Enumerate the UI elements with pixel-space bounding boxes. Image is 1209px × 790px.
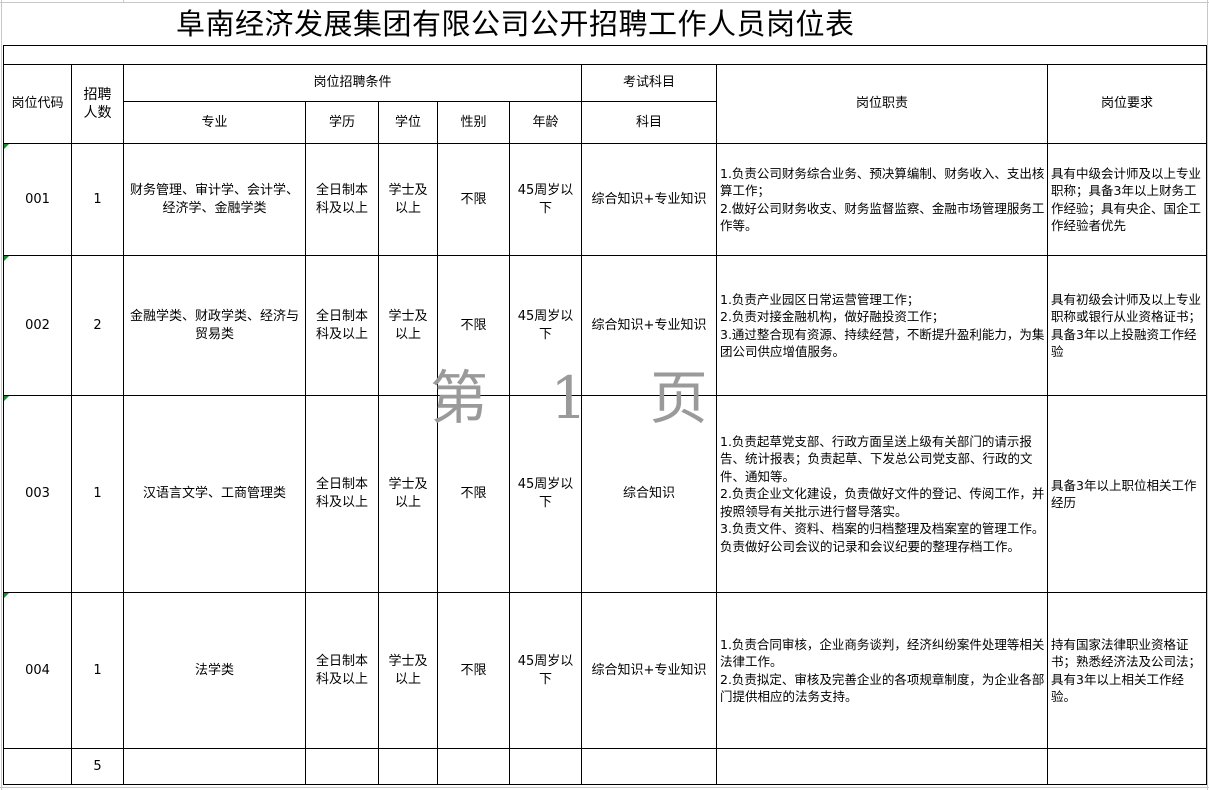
header-age[interactable]: 年龄 — [510, 102, 581, 143]
row-count[interactable]: 2 — [72, 256, 123, 395]
row-exam[interactable]: 综合知识+专业知识 — [582, 144, 716, 255]
row-count[interactable]: 1 — [72, 396, 123, 592]
page-title: 阜南经济发展集团有限公司公开招聘工作人员岗位表 — [176, 7, 855, 41]
title-bottom-line — [3, 45, 1207, 46]
row-degree[interactable]: 学士及以上 — [379, 396, 437, 592]
row-degree[interactable]: 学士及以上 — [379, 593, 437, 748]
row-requirements[interactable]: 具有中级会计师及以上专业职称；具备3年以上财务工作经验；具有央企、国企工作经验者… — [1048, 144, 1206, 255]
sheet-right-edge — [1207, 0, 1208, 790]
total-count[interactable]: 5 — [72, 749, 123, 784]
row-major[interactable]: 金融学类、财政学类、经济与贸易类 — [124, 256, 305, 395]
row-gender[interactable]: 不限 — [438, 396, 509, 592]
row-duties[interactable]: 1.负责起草党支部、行政方面呈送上级有关部门的请示报告、统计报表；负责起草、下发… — [717, 396, 1047, 592]
row-count[interactable]: 1 — [72, 593, 123, 748]
row-gender[interactable]: 不限 — [438, 593, 509, 748]
row-duties[interactable]: 1.负责公司财务综合业务、预决算编制、财务收入、支出核算工作； 2.做好公司财务… — [717, 144, 1047, 255]
row-major[interactable]: 财务管理、审计学、会计学、经济学、金融学类 — [124, 144, 305, 255]
row-duties[interactable]: 1.负责产业园区日常运营管理工作； 2.负责对接金融机构，做好融投资工作； 3.… — [717, 256, 1047, 395]
row-code[interactable]: 003 — [4, 396, 71, 592]
header-count[interactable]: 招聘 人数 — [72, 65, 123, 143]
header-conditions[interactable]: 岗位招聘条件 — [124, 65, 581, 101]
spreadsheet-sheet: 阜南经济发展集团有限公司公开招聘工作人员岗位表岗位代码 招聘 人数 岗位招聘条件 专业… — [0, 0, 1209, 790]
row-code[interactable]: 001 — [4, 144, 71, 255]
header-exam[interactable]: 科目 — [582, 102, 716, 143]
row-age[interactable]: 45周岁以下 — [510, 396, 581, 592]
header-exam-group[interactable]: 考试科目 — [582, 65, 716, 101]
row-education[interactable]: 全日制本科及以上 — [306, 396, 378, 592]
row-education[interactable]: 全日制本科及以上 — [306, 593, 378, 748]
row-education[interactable]: 全日制本科及以上 — [306, 144, 378, 255]
header-duties[interactable]: 岗位职责 — [717, 65, 1047, 143]
row-count[interactable]: 1 — [72, 144, 123, 255]
col-tick — [123, 0, 124, 3]
row-degree[interactable]: 学士及以上 — [379, 144, 437, 255]
row-degree[interactable]: 学士及以上 — [379, 256, 437, 395]
row-duties[interactable]: 1.负责合同审核，企业商务谈判，经济纠纷案件处理等相关法律工作。 2.负责拟定、… — [717, 593, 1047, 748]
row-line-4 — [3, 748, 1207, 749]
row-code[interactable]: 004 — [4, 593, 71, 748]
cell-marker — [4, 396, 9, 401]
cell-marker — [4, 144, 9, 149]
row-exam[interactable]: 综合知识+专业知识 — [582, 256, 716, 395]
row-major[interactable]: 汉语言文学、工商管理类 — [124, 396, 305, 592]
row-exam[interactable]: 综合知识+专业知识 — [582, 593, 716, 748]
sheet-top-line — [0, 2, 1209, 3]
header-gender[interactable]: 性别 — [438, 102, 509, 143]
header-code[interactable]: 岗位代码 — [4, 65, 71, 143]
header-major[interactable]: 专业 — [124, 102, 305, 143]
table-bottom-line — [3, 784, 1207, 785]
sheet-bottom-line — [0, 787, 1209, 788]
table-right-line — [1206, 45, 1207, 785]
row-requirements[interactable]: 具有初级会计师及以上专业职称或银行从业资格证书；具备3年以上投融资工作经验 — [1048, 256, 1206, 395]
cell-marker — [4, 593, 9, 598]
header-education[interactable]: 学历 — [306, 102, 378, 143]
row-age[interactable]: 45周岁以下 — [510, 593, 581, 748]
row-requirements[interactable]: 具备3年以上职位相关工作经历 — [1048, 396, 1206, 592]
row-major[interactable]: 法学类 — [124, 593, 305, 748]
row-age[interactable]: 45周岁以下 — [510, 144, 581, 255]
row-requirements[interactable]: 持有国家法律职业资格证书；熟悉经济法及公司法；具有3年以上相关工作经验。 — [1048, 593, 1206, 748]
row-age[interactable]: 45周岁以下 — [510, 256, 581, 395]
row-education[interactable]: 全日制本科及以上 — [306, 256, 378, 395]
header-degree[interactable]: 学位 — [379, 102, 437, 143]
row-gender[interactable]: 不限 — [438, 256, 509, 395]
row-exam[interactable]: 综合知识 — [582, 396, 716, 592]
row-gender[interactable]: 不限 — [438, 144, 509, 255]
sheet-left-edge — [1, 0, 2, 790]
cell-marker — [4, 256, 9, 261]
header-requirements[interactable]: 岗位要求 — [1048, 65, 1206, 143]
row-code[interactable]: 002 — [4, 256, 71, 395]
